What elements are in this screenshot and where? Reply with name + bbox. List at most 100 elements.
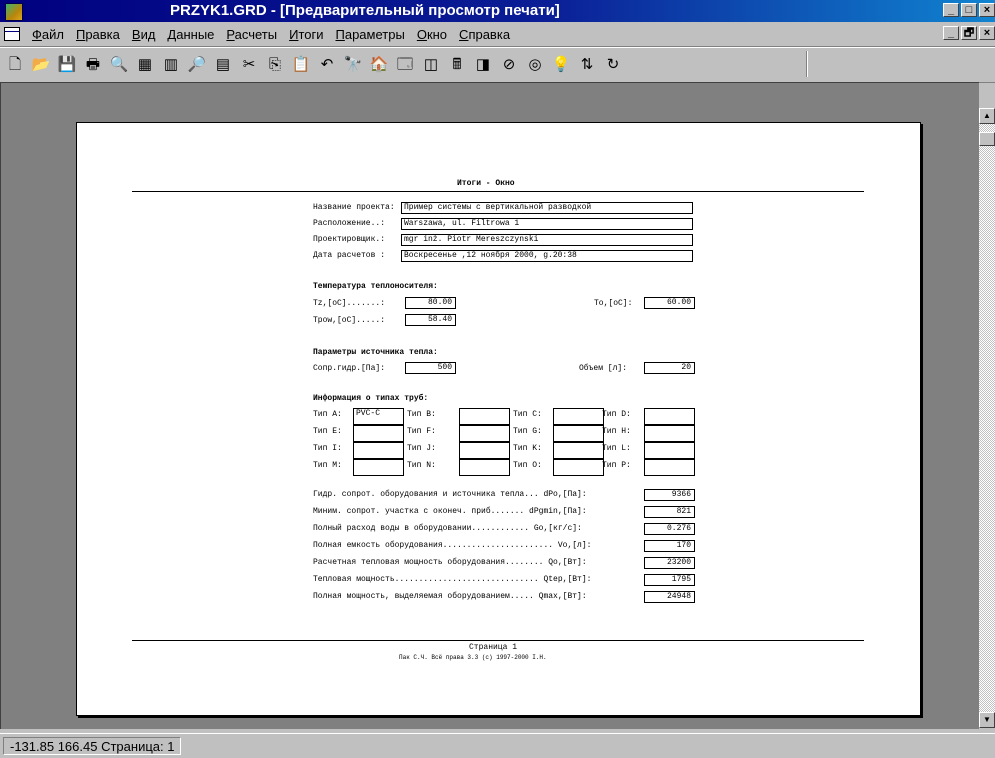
menu-data[interactable]: Данные — [161, 27, 220, 42]
minimize-button[interactable]: _ — [943, 3, 959, 17]
toolbar-button[interactable]: 💾 — [56, 53, 78, 75]
footer-credits: Пак C.Ч. Всё права 3.3 (c) 1997-2000 I.H… — [399, 654, 547, 661]
volume-label: Объем [л]: — [579, 364, 628, 373]
to-value: 60.00 — [644, 297, 695, 309]
menu-window[interactable]: Окно — [411, 27, 453, 42]
pipe-type-value — [353, 459, 404, 476]
pipe-type-label: Тип N: — [407, 461, 436, 470]
scroll-thumb[interactable] — [979, 132, 995, 146]
scroll-up-icon[interactable]: ▲ — [979, 108, 995, 124]
toolbar-button[interactable]: ↶ — [316, 53, 338, 75]
pipe-type-label: Тип L: — [602, 444, 631, 453]
table-icon: ▥ — [163, 55, 179, 73]
status-panel: -131.85 166.45 Страница: 1 — [3, 737, 182, 755]
source-heading: Параметры источника тепла: — [313, 348, 438, 357]
toolbar-button[interactable]: ▤ — [212, 53, 234, 75]
flip-icon: ⇅ — [580, 55, 594, 73]
toolbar-button[interactable]: 🖩 — [446, 53, 468, 75]
close-button[interactable]: × — [979, 3, 995, 17]
pipe-type-label: Тип H: — [602, 427, 631, 436]
toolbar-button[interactable]: ◎ — [524, 53, 546, 75]
volume-value: 20 — [644, 362, 695, 374]
menu-parameters[interactable]: Параметры — [330, 27, 411, 42]
toolbar-button[interactable]: 🗔 — [394, 53, 416, 75]
toolbar-button[interactable]: 🏠 — [368, 53, 390, 75]
pipe-type-label: Тип E: — [313, 427, 342, 436]
result-value: 170 — [644, 540, 695, 552]
toolbar-button[interactable]: 🔍 — [108, 53, 130, 75]
scroll-down-icon[interactable]: ▼ — [979, 712, 995, 728]
location-value: Warszawa, ul. Filtrowa 1 — [401, 218, 693, 230]
pipe-type-label: Тип D: — [602, 410, 631, 419]
stop-icon: ⊘ — [502, 55, 516, 73]
toolbar-button[interactable]: 🔭 — [342, 53, 364, 75]
toolbar-button[interactable]: ⎘ — [264, 53, 286, 75]
toolbar-button[interactable]: 🔎 — [186, 53, 208, 75]
toolbar-button[interactable]: ◫ — [420, 53, 442, 75]
bulb-icon: 💡 — [551, 55, 571, 73]
toolbar-button[interactable]: ▦ — [134, 53, 156, 75]
document-icon[interactable] — [4, 27, 20, 41]
app-icon[interactable] — [5, 3, 23, 21]
result-value: 9366 — [644, 489, 695, 501]
new-document-icon: 🗋 — [8, 55, 22, 73]
pipe-type-value — [353, 442, 404, 459]
menu-edit[interactable]: Правка — [70, 27, 126, 42]
mdi-close-button[interactable]: × — [979, 26, 995, 40]
cursor-coordinates: -131.85 166.45 — [10, 739, 98, 754]
mdi-minimize-button[interactable]: _ — [943, 26, 959, 40]
pipe-type-label: Тип G: — [513, 427, 542, 436]
toolbar-button[interactable]: ↻ — [602, 53, 624, 75]
mdi-restore-button[interactable]: 🗗 — [961, 26, 977, 40]
toolbar-button[interactable]: ⊘ — [498, 53, 520, 75]
menu-bar: Файл Правка Вид Данные Расчеты Итоги Пар… — [0, 22, 995, 47]
toolbar-button[interactable]: 📂 — [30, 53, 52, 75]
designer-value: mgr inż. Piotr Mereszczynski — [401, 234, 693, 246]
toolbar-separator — [806, 51, 808, 77]
calc-date-value: Воскресенье ,12 ноября 2000, g.20:38 — [401, 250, 693, 262]
pipe-type-label: Тип O: — [513, 461, 542, 470]
result-value: 23200 — [644, 557, 695, 569]
toolbar-button[interactable]: ◨ — [472, 53, 494, 75]
result-value: 1795 — [644, 574, 695, 586]
menu-view[interactable]: Вид — [126, 27, 162, 42]
open-folder-icon: 📂 — [31, 55, 51, 73]
grid-data-icon: ▦ — [137, 55, 153, 73]
result-label: Тепловая мощность.......................… — [313, 575, 592, 584]
toolbar-button[interactable]: ✂ — [238, 53, 260, 75]
vertical-scrollbar[interactable]: ▲ ▼ — [979, 108, 995, 728]
paste-icon: 📋 — [291, 55, 311, 73]
window-title: PRZYK1.GRD - [Предварительный просмотр п… — [170, 2, 560, 19]
result-value: 24948 — [644, 591, 695, 603]
title-bar[interactable]: PRZYK1.GRD - [Предварительный просмотр п… — [0, 0, 995, 22]
tz-label: Tz,[oC].......: — [313, 299, 386, 308]
pipe-type-label: Тип M: — [313, 461, 342, 470]
page-number: Страница 1 — [469, 643, 518, 652]
project-name-label: Название проекта: — [313, 203, 395, 212]
menu-file[interactable]: Файл — [26, 27, 70, 42]
pipe-type-value — [459, 442, 510, 459]
menu-help[interactable]: Справка — [453, 27, 516, 42]
pipes-heading: Информация о типах труб: — [313, 394, 429, 403]
menu-results[interactable]: Итоги — [283, 27, 329, 42]
menu-calculations[interactable]: Расчеты — [220, 27, 283, 42]
page-title: Итоги - Окно — [457, 179, 515, 188]
toolbar-button[interactable]: ▥ — [160, 53, 182, 75]
page-indicator: Страница: 1 — [101, 739, 175, 754]
status-bar: -131.85 166.45 Страница: 1 — [0, 733, 995, 758]
maximize-button[interactable]: □ — [961, 3, 977, 17]
toolbar: 🗋 📂 💾 🖶 🔍 ▦ ▥ 🔎 ▤ ✂ ⎘ 📋 ↶ 🔭 🏠 🗔 ◫ 🖩 ◨ ⊘ ◎ 💡 ⇅ ↻ — [0, 47, 995, 83]
pipe-type-label: Тип P: — [602, 461, 631, 470]
toolbar-button[interactable]: 📋 — [290, 53, 312, 75]
toolbar-button[interactable]: 💡 — [550, 53, 572, 75]
calculator-icon: 🖩 — [452, 55, 462, 73]
toolbar-button[interactable]: 🖶 — [82, 53, 104, 75]
tpow-label: Tpow,[oC].....: — [313, 316, 386, 325]
toolbar-button[interactable]: 🗋 — [4, 53, 26, 75]
zoom-icon: 🔎 — [187, 55, 207, 73]
pipe-type-label: Тип B: — [407, 410, 436, 419]
toolbar-button[interactable]: ⇅ — [576, 53, 598, 75]
pipe-type-value — [644, 459, 695, 476]
pipe-type-value: PVC-C — [353, 408, 404, 425]
target-icon: ◎ — [528, 55, 542, 73]
